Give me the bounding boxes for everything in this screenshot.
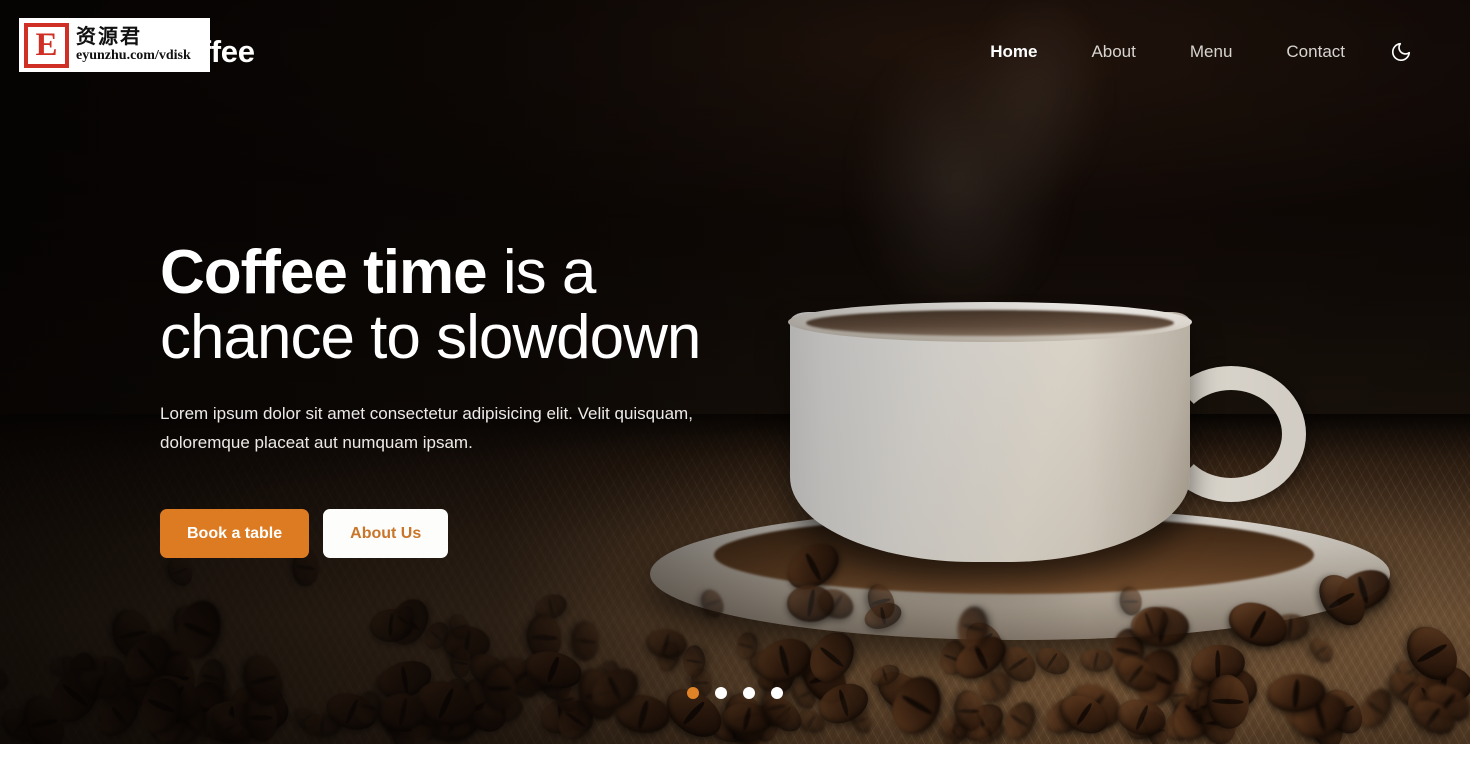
about-us-button[interactable]: About Us <box>323 509 449 559</box>
page-body-below-hero <box>0 744 1470 780</box>
primary-navigation: Home About Menu Contact <box>963 34 1372 70</box>
watermark-chinese-label: 资源君 <box>76 24 142 49</box>
watermark-logo-icon: E <box>24 22 69 68</box>
book-a-table-button[interactable]: Book a table <box>160 509 310 559</box>
carousel-dot-2[interactable] <box>715 687 727 699</box>
carousel-dot-3[interactable] <box>743 687 755 699</box>
hero-content: Coffee time is a chance to slowdown Lore… <box>160 240 760 559</box>
hero-title: Coffee time is a chance to slowdown <box>160 240 760 370</box>
navbar: Coffee HomeAboutMenuContact <box>0 0 1470 104</box>
hero-button-group: Book a table About Us <box>160 509 760 559</box>
nav-link-about[interactable]: About <box>1064 34 1162 70</box>
hero-subtitle: Lorem ipsum dolor sit amet consectetur a… <box>160 404 693 452</box>
nav-link-contact[interactable]: Contact <box>1259 34 1372 70</box>
watermark-logo-letter: E <box>35 26 58 63</box>
carousel-dot-4[interactable] <box>771 687 783 699</box>
carousel-dots <box>0 687 1470 699</box>
watermark-overlay: E 资源君 eyunzhu.com/vdisk <box>19 18 210 72</box>
theme-toggle-button[interactable] <box>1384 35 1418 69</box>
carousel-dot-1[interactable] <box>687 687 699 699</box>
watermark-text: 资源君 eyunzhu.com/vdisk <box>76 24 191 64</box>
hero-title-accent: Coffee time <box>160 238 488 307</box>
hero-section: Coffee HomeAboutMenuContact Coffee time … <box>0 0 1470 744</box>
nav-link-menu[interactable]: Menu <box>1163 34 1260 70</box>
nav-link-home[interactable]: Home <box>963 34 1064 70</box>
watermark-url: eyunzhu.com/vdisk <box>76 48 191 64</box>
moon-icon <box>1390 41 1412 63</box>
